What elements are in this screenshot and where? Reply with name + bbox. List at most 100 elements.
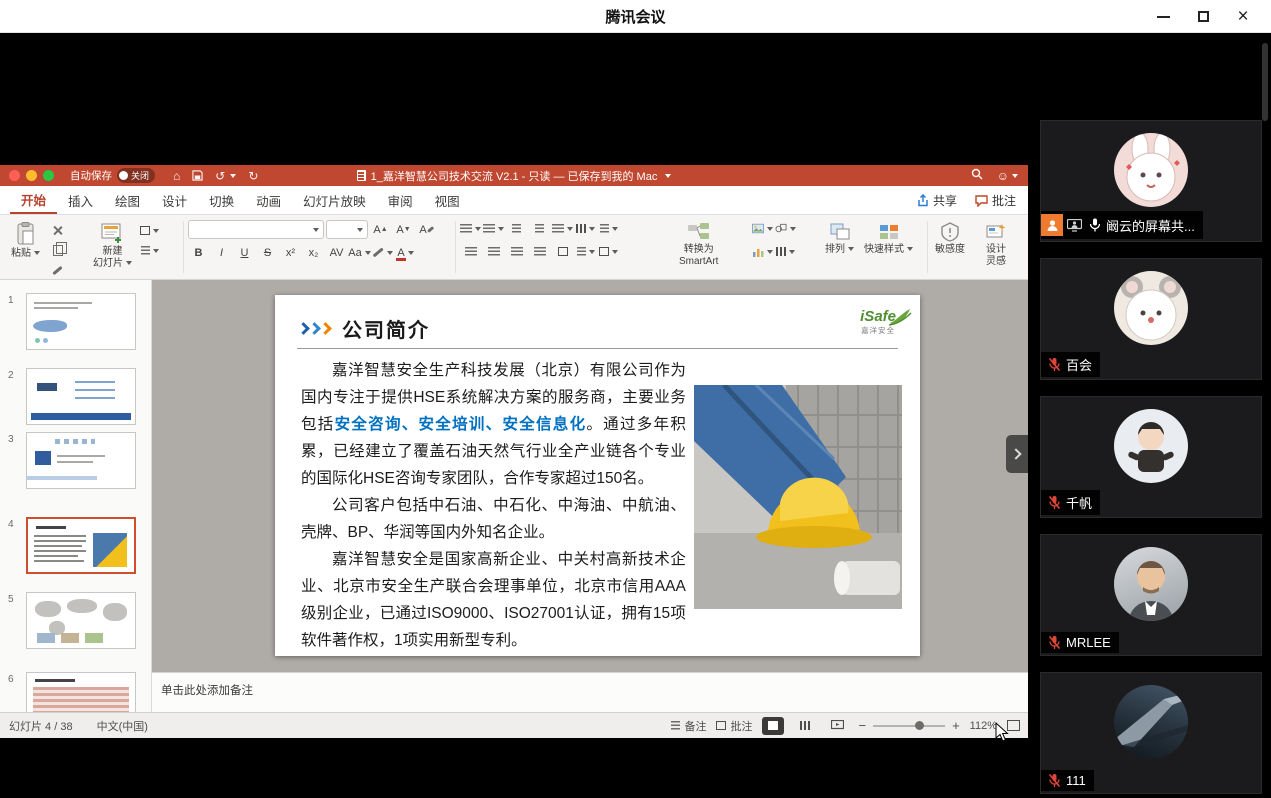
search-icon[interactable] <box>971 167 983 185</box>
share-button[interactable]: 共享 <box>917 192 957 209</box>
shrink-font-icon[interactable]: A▼ <box>393 221 414 238</box>
slide-thumbnail-2[interactable] <box>26 368 136 425</box>
arrange-icon <box>829 222 851 242</box>
comments-button[interactable]: 批注 <box>975 192 1016 209</box>
convert-smartart-button[interactable]: 转换为SmartArt <box>676 220 721 269</box>
muted-mic-icon <box>1048 773 1061 788</box>
sensitivity-button[interactable]: 敏感度 <box>932 220 968 258</box>
superscript-button[interactable]: x² <box>280 244 301 261</box>
participant-tile[interactable]: MRLEE <box>1040 534 1262 656</box>
underline-button[interactable]: U <box>234 244 255 261</box>
mac-minimize-icon[interactable] <box>26 170 37 181</box>
character-spacing-button[interactable]: AV <box>326 244 347 261</box>
save-icon[interactable] <box>192 170 203 181</box>
decrease-indent-icon[interactable] <box>506 220 527 237</box>
bullets-icon[interactable] <box>460 220 481 237</box>
picture-icon[interactable] <box>752 220 773 237</box>
slide-thumbnail-1[interactable] <box>26 293 136 350</box>
font-size-select[interactable] <box>326 220 368 239</box>
fit-to-window-icon[interactable] <box>1007 720 1020 731</box>
clear-formatting-icon[interactable]: A <box>416 221 437 238</box>
chart-icon[interactable] <box>752 243 773 260</box>
paste-button[interactable]: 粘贴 <box>8 220 43 279</box>
slide-thumbnail-3[interactable] <box>26 432 136 489</box>
participant-tile[interactable]: 百会 <box>1040 258 1262 380</box>
feedback-smiley-icon[interactable]: ☺ <box>997 169 1018 183</box>
align-center-icon[interactable] <box>483 243 504 260</box>
vertical-align-icon[interactable] <box>575 243 596 260</box>
tab-slideshow[interactable]: 幻灯片放映 <box>292 186 377 214</box>
align-text-icon[interactable] <box>552 243 573 260</box>
cut-icon[interactable] <box>47 222 68 239</box>
font-name-select[interactable] <box>188 220 324 239</box>
language-indicator[interactable]: 中文(中国) <box>97 718 148 734</box>
zoom-in-button[interactable]: + <box>952 718 960 733</box>
new-slide-button[interactable]: 新建幻灯片 <box>90 220 135 271</box>
format-painter-icon[interactable] <box>47 262 68 279</box>
zoom-slider-handle[interactable] <box>915 721 924 730</box>
bold-button[interactable]: B <box>188 244 209 261</box>
copy-icon[interactable] <box>47 242 68 259</box>
slideshow-view-button[interactable] <box>826 717 848 735</box>
justify-icon[interactable] <box>529 243 550 260</box>
subscript-button[interactable]: x₂ <box>303 244 324 261</box>
minimize-button[interactable] <box>1143 0 1183 33</box>
tab-home[interactable]: 开始 <box>10 186 57 214</box>
tab-view[interactable]: 视图 <box>424 186 471 214</box>
align-right-icon[interactable] <box>506 243 527 260</box>
zoom-percentage[interactable]: 112% <box>970 720 997 732</box>
tab-review[interactable]: 审阅 <box>377 186 424 214</box>
redo-icon[interactable]: ↻ <box>248 169 258 183</box>
participant-tile-sharer[interactable]: 阚云的屏幕共... <box>1040 120 1262 242</box>
tab-transitions[interactable]: 切换 <box>198 186 245 214</box>
tab-insert[interactable]: 插入 <box>57 186 104 214</box>
tab-draw[interactable]: 绘图 <box>104 186 151 214</box>
notes-toggle-button[interactable]: 备注 <box>671 718 706 734</box>
slide-layout-icon[interactable] <box>139 222 160 239</box>
shapes-icon[interactable] <box>775 220 796 237</box>
text-highlight-icon[interactable] <box>372 244 393 261</box>
mac-close-icon[interactable] <box>9 170 20 181</box>
italic-button[interactable]: I <box>211 244 232 261</box>
mac-zoom-icon[interactable] <box>43 170 54 181</box>
sidebar-collapse-handle[interactable] <box>1006 435 1028 473</box>
home-icon[interactable]: ⌂ <box>173 169 180 183</box>
text-box-icon[interactable] <box>598 243 619 260</box>
design-ideas-button[interactable]: 设计灵感 <box>982 220 1010 269</box>
notes-pane[interactable]: 单击此处添加备注 <box>152 672 1028 712</box>
maximize-button[interactable] <box>1183 0 1223 33</box>
font-color-button[interactable]: A <box>395 244 416 261</box>
increase-indent-icon[interactable] <box>529 220 550 237</box>
arrange-button[interactable]: 排列 <box>822 220 857 258</box>
section-icon[interactable] <box>139 242 160 259</box>
comments-toggle-button[interactable]: 批注 <box>716 718 752 734</box>
change-case-button[interactable]: Aa <box>349 244 370 261</box>
slide-sorter-view-button[interactable] <box>794 717 816 735</box>
participant-tile[interactable]: 111 <box>1040 672 1262 794</box>
line-spacing-icon[interactable] <box>552 220 573 237</box>
tab-design[interactable]: 设计 <box>151 186 198 214</box>
autosave-toggle[interactable]: 关闭 <box>117 168 155 183</box>
columns-icon[interactable] <box>575 220 596 237</box>
autosave-control[interactable]: 自动保存 关闭 <box>70 168 155 183</box>
sidebar-scrollbar[interactable] <box>1262 43 1268 121</box>
quick-styles-button[interactable]: 快速样式 <box>861 220 916 258</box>
zoom-out-button[interactable]: − <box>858 718 866 733</box>
participant-tile[interactable]: 千帆 <box>1040 396 1262 518</box>
tab-animations[interactable]: 动画 <box>245 186 292 214</box>
grow-font-icon[interactable]: A▲ <box>370 221 391 238</box>
slide-thumbnail-4-selected[interactable] <box>26 517 136 574</box>
text-direction-icon[interactable] <box>598 220 619 237</box>
strikethrough-button[interactable]: S <box>257 244 278 261</box>
zoom-slider[interactable] <box>873 725 945 727</box>
close-button[interactable]: × <box>1223 0 1263 33</box>
normal-view-button[interactable] <box>762 717 784 735</box>
slide-thumbnail-5[interactable] <box>26 592 136 649</box>
undo-icon[interactable]: ↺ <box>215 169 236 183</box>
table-icon[interactable] <box>775 243 796 260</box>
numbering-icon[interactable] <box>483 220 504 237</box>
slide-thumbnail-6[interactable] <box>26 672 136 712</box>
muted-mic-icon <box>1048 635 1061 650</box>
align-left-icon[interactable] <box>460 243 481 260</box>
slide-canvas[interactable]: 公司简介 iSafe 嘉洋安全 嘉洋智慧安全生产科技发展（北京）有限公司作为国内… <box>275 295 920 656</box>
